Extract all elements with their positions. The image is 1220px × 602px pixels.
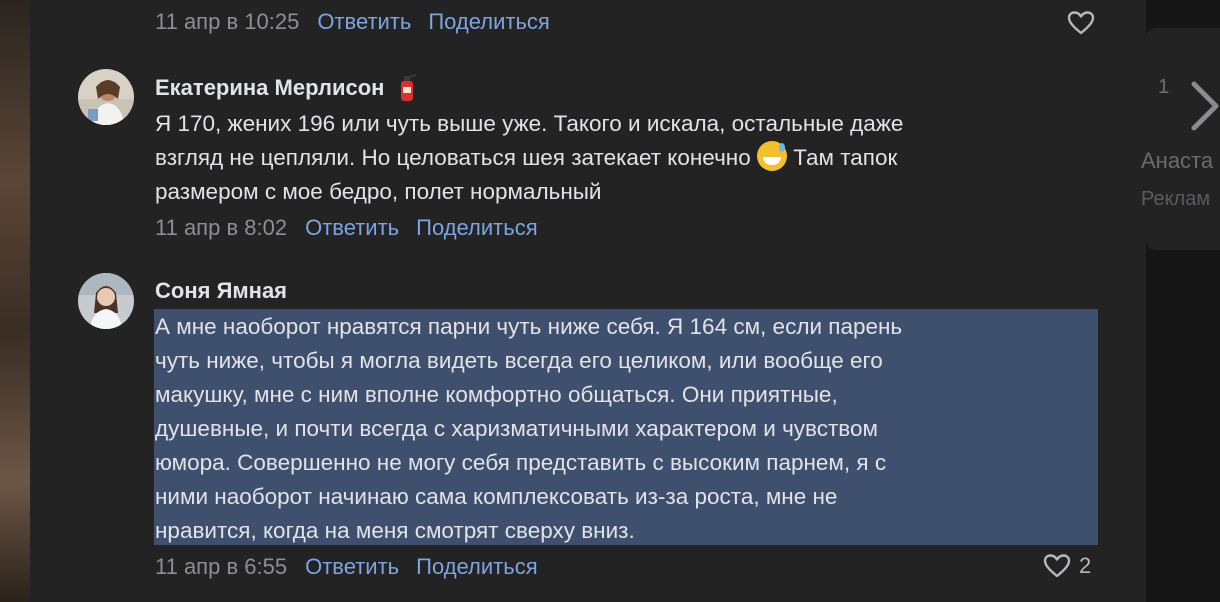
- comment-text-line: Там тапок: [787, 145, 898, 170]
- like-count: 2: [1079, 553, 1092, 578]
- comment-text-line: нравится, когда на меня смотрят сверху в…: [155, 518, 635, 543]
- fire-extinguisher-icon: [401, 74, 417, 101]
- reply-link[interactable]: Ответить: [305, 215, 399, 241]
- reply-link[interactable]: Ответить: [305, 554, 399, 580]
- comment-text: Я 170, жених 196 или чуть выше уже. Тако…: [155, 107, 1105, 209]
- recommendation-name: Анаста: [1141, 148, 1214, 173]
- recommendation-card[interactable]: [1146, 28, 1220, 250]
- like-button[interactable]: [1067, 10, 1095, 36]
- author-name[interactable]: Соня Ямная: [155, 278, 287, 304]
- comment-author: Екатерина Мерлисон: [155, 73, 418, 103]
- share-link[interactable]: Поделиться: [416, 554, 537, 580]
- heart-icon: [1043, 554, 1071, 578]
- share-link[interactable]: Поделиться: [416, 215, 537, 241]
- grinning-sweat-emoji-icon: [757, 141, 787, 171]
- comment-meta: 11 апр в 10:25 Ответить Поделиться: [155, 9, 567, 35]
- author-name[interactable]: Екатерина Мерлисон: [155, 75, 384, 101]
- comment-text-line: размером с мое бедро, полет нормальный: [155, 179, 602, 204]
- comment-text: А мне наоборот нравятся парни чуть ниже …: [155, 310, 1105, 548]
- comment-text-line: макушку, мне с ним вполне комфортно обща…: [155, 382, 838, 407]
- comment-meta: 11 апр в 8:02 Ответить Поделиться: [155, 215, 555, 241]
- comment-text-line: чуть ниже, чтобы я могла видеть всегда е…: [155, 348, 883, 373]
- reply-link[interactable]: Ответить: [317, 9, 411, 35]
- comment-text-line: Я 170, жених 196 или чуть выше уже. Тако…: [155, 111, 904, 136]
- comment-date: 11 апр в 10:25: [155, 9, 300, 34]
- comment-text-line: душевные, и почти всегда с харизматичным…: [155, 416, 878, 441]
- comment-text-line: взгляд не цепляли. Но целоваться шея зат…: [155, 145, 757, 170]
- avatar[interactable]: [78, 69, 134, 125]
- comment-text-line: А мне наоборот нравятся парни чуть ниже …: [155, 314, 903, 339]
- chevron-right-icon[interactable]: [1186, 76, 1220, 136]
- comment-author: Соня Ямная: [155, 278, 287, 304]
- heart-icon: [1067, 11, 1095, 35]
- share-link[interactable]: Поделиться: [428, 9, 549, 35]
- like-button[interactable]: 2: [1043, 553, 1091, 579]
- comment-date: 11 апр в 8:02: [155, 215, 288, 240]
- background-photo-strip: [0, 0, 30, 602]
- comment-text-line: ними наоборот начинаю сама комплексовать…: [155, 484, 838, 509]
- comment-text-line: юмора. Совершенно не могу себя представи…: [155, 450, 887, 475]
- recommendation-counter: 1: [1158, 76, 1170, 98]
- avatar[interactable]: [78, 273, 134, 329]
- comment-meta: 11 апр в 6:55 Ответить Поделиться: [155, 554, 555, 580]
- comment-date: 11 апр в 6:55: [155, 554, 288, 579]
- recommendation-ad-label: Реклам: [1141, 188, 1211, 210]
